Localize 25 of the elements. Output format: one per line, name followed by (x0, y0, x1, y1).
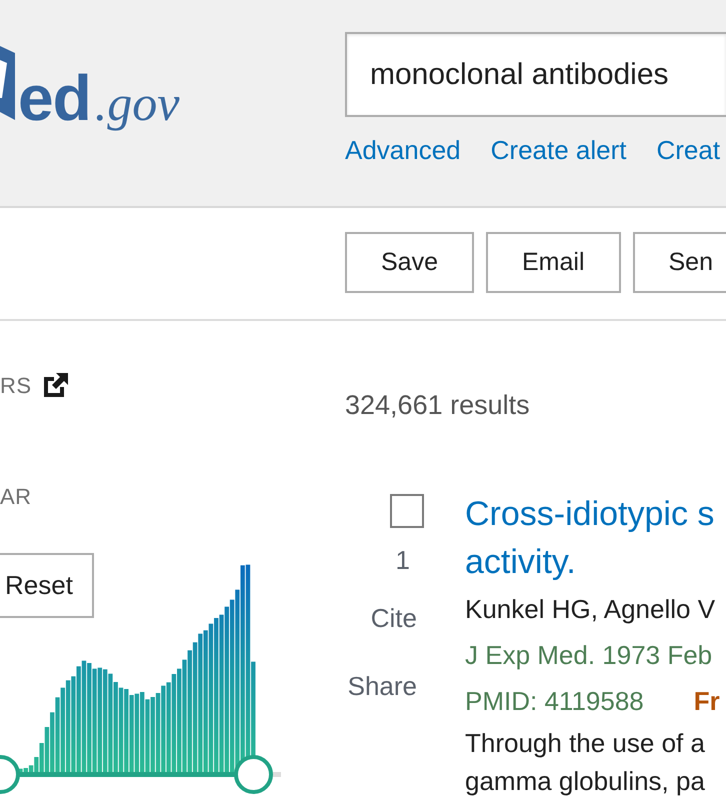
result-snippet: Through the use of a gamma globulins, pa (465, 727, 705, 798)
toolbar-button[interactable]: Sen (632, 232, 726, 293)
result-authors: Kunkel HG, Agnello V (465, 593, 716, 626)
result-action-button[interactable]: Cite (370, 603, 417, 633)
reset-button[interactable]: Reset (0, 553, 94, 618)
result-journal: J Exp Med. 1973 Feb (465, 639, 712, 672)
logo-icon[interactable] (0, 46, 15, 120)
search-option-link[interactable]: Advanced (345, 134, 461, 166)
result-pmid: PMID: 4119588 (465, 685, 644, 718)
external-link-icon[interactable] (44, 373, 68, 397)
result-title-link[interactable]: Cross-idiotypic s activity. (465, 490, 714, 586)
result-number: 1 (396, 545, 410, 575)
filters-heading: RS (0, 373, 32, 399)
search-option-link[interactable]: Create alert (490, 134, 626, 166)
result-checkbox[interactable] (390, 494, 424, 528)
result-action-button[interactable]: Share (348, 671, 417, 701)
toolbar-button[interactable]: Save (345, 232, 474, 293)
slider-handle[interactable] (234, 755, 274, 794)
logo-wordmark[interactable]: ed (18, 66, 91, 130)
toolbar-button[interactable]: Email (486, 232, 620, 293)
search-option-link[interactable]: Creat (656, 134, 720, 166)
search-field[interactable]: monoclonal antibodies (345, 32, 726, 117)
free-article-label: Fr (694, 685, 720, 718)
result-count: 324,661 results (345, 389, 530, 421)
year-heading: AR (0, 484, 32, 510)
